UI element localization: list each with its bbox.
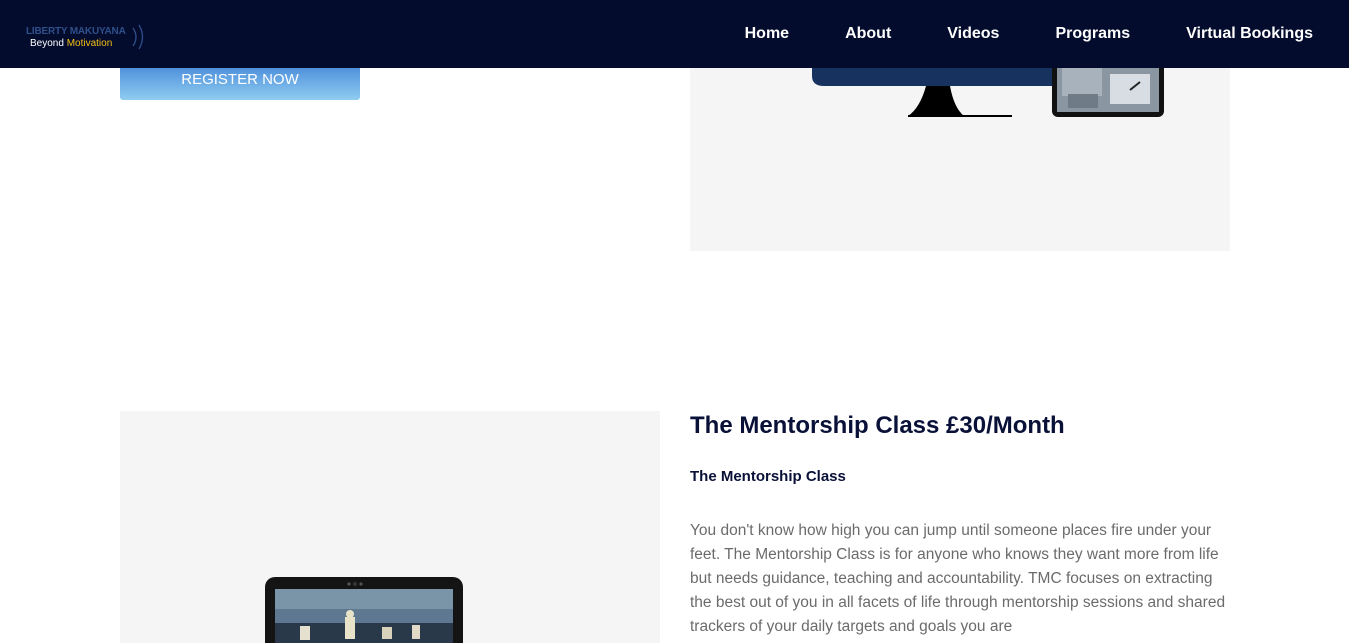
main-nav: Home About Videos Programs Virtual Booki…	[689, 0, 1313, 68]
logo-tagline-accent: Motivation	[66, 38, 113, 49]
nav-item-home[interactable]: Home	[745, 25, 789, 43]
devices-mockup-illustration	[812, 68, 1164, 117]
program-devices-image	[690, 68, 1230, 251]
logo-tagline-prefix: Beyond	[30, 38, 64, 49]
tablet-mockup-illustration	[265, 577, 463, 643]
nav-item-virtual-bookings[interactable]: Virtual Bookings	[1186, 25, 1313, 43]
logo-tagline: Beyond Motivation	[30, 38, 112, 49]
nav-item-videos[interactable]: Videos	[947, 25, 999, 43]
mentorship-class-subtitle: The Mentorship Class	[690, 468, 846, 485]
logo-brand-name: LIBERTY MAKUYANA	[26, 26, 126, 37]
mentorship-class-image	[120, 411, 660, 643]
mentorship-class-description: You don't know how high you can jump unt…	[690, 522, 1226, 635]
site-logo[interactable]: LIBERTY MAKUYANA Beyond Motivation	[26, 24, 156, 52]
sound-waves-icon	[132, 24, 144, 50]
site-header: LIBERTY MAKUYANA Beyond Motivation Home …	[0, 0, 1349, 68]
nav-item-programs[interactable]: Programs	[1055, 25, 1130, 43]
mentorship-class-title: The Mentorship Class £30/Month	[690, 412, 1065, 439]
nav-item-about[interactable]: About	[845, 25, 891, 43]
